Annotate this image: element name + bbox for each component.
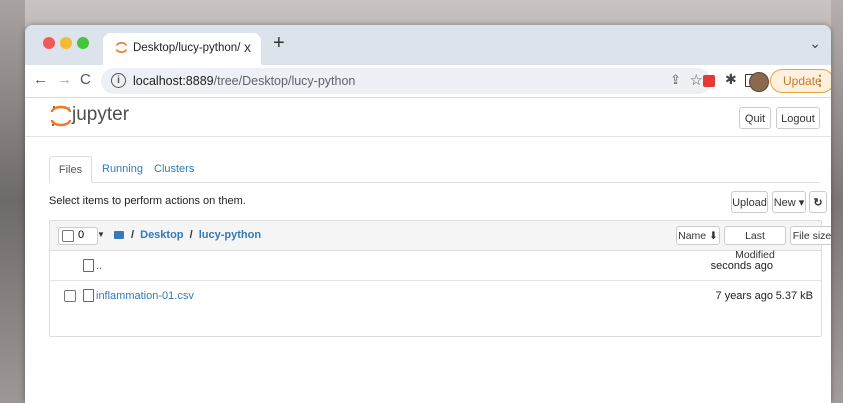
- list-item[interactable]: .. seconds ago: [50, 251, 821, 281]
- tab-title: Desktop/lucy-python/: [133, 42, 241, 54]
- quit-button[interactable]: Quit: [739, 107, 771, 129]
- new-tab-button[interactable]: +: [273, 32, 285, 55]
- extension-red-icon[interactable]: [703, 75, 715, 87]
- sort-by-modified-button[interactable]: Last Modified: [724, 226, 786, 261]
- url-path: /tree/Desktop/lucy-python: [213, 74, 356, 88]
- select-menu-chevron-down-icon[interactable]: ▼: [94, 227, 108, 243]
- address-bar[interactable]: i localhost:8889/tree/Desktop/lucy-pytho…: [101, 68, 711, 94]
- tab-files[interactable]: Files: [49, 156, 92, 183]
- sort-by-size-button[interactable]: File size: [790, 226, 831, 245]
- tab-search-chevron-icon[interactable]: ⌄: [809, 35, 821, 52]
- item-checkbox[interactable]: [64, 290, 76, 302]
- close-window-button[interactable]: [43, 37, 55, 49]
- item-modified: 7 years ago: [715, 290, 773, 302]
- profile-avatar[interactable]: [749, 72, 769, 92]
- item-name[interactable]: ..: [96, 260, 102, 272]
- more-menu-icon: ⋮: [813, 72, 827, 88]
- new-dropdown-button[interactable]: New ▾: [772, 191, 806, 213]
- item-modified: seconds ago: [710, 260, 773, 272]
- jupyter-header: jupyter Quit Logout: [25, 98, 831, 137]
- desktop-background-left: [0, 0, 25, 403]
- minimize-window-button[interactable]: [60, 37, 72, 49]
- breadcrumb: / Desktop / lucy-python: [114, 229, 261, 241]
- selected-count: 0: [78, 229, 85, 241]
- jupyter-tabs: Files Running Clusters: [49, 156, 820, 183]
- file-list: 0 ▼ / Desktop / lucy-python Name ⬇ Last …: [49, 220, 831, 337]
- browser-window: Desktop/lucy-python/ x + ⌄ ← → C i local…: [25, 25, 831, 403]
- back-arrow-icon[interactable]: ←: [33, 71, 48, 88]
- bookmark-star-icon[interactable]: ☆: [690, 71, 703, 89]
- jupyter-brand[interactable]: jupyter: [72, 104, 129, 126]
- folder-icon[interactable]: [114, 231, 124, 239]
- jupyter-logo-icon[interactable]: [50, 104, 72, 128]
- folder-outline-icon: [83, 259, 94, 272]
- sort-by-name-button[interactable]: Name ⬇: [676, 226, 720, 245]
- browser-tab[interactable]: Desktop/lucy-python/ x: [103, 33, 261, 65]
- share-icon[interactable]: ⇪: [670, 72, 681, 88]
- tab-clusters[interactable]: Clusters: [154, 156, 194, 182]
- item-name[interactable]: inflammation-01.csv: [96, 290, 194, 302]
- extensions-puzzle-icon[interactable]: ✱: [725, 71, 737, 88]
- select-hint-text: Select items to perform actions on them.: [49, 195, 246, 207]
- site-info-icon[interactable]: i: [111, 73, 126, 88]
- file-icon: [83, 289, 94, 302]
- jupyter-page: jupyter Quit Logout Files Running Cluste…: [25, 98, 831, 403]
- breadcrumb-lucy-python[interactable]: lucy-python: [199, 229, 261, 241]
- breadcrumb-separator: /: [189, 229, 193, 241]
- select-all-checkbox[interactable]: [62, 230, 74, 242]
- breadcrumb-root[interactable]: /: [128, 229, 137, 241]
- refresh-icon[interactable]: ↻: [809, 191, 827, 213]
- tab-strip: Desktop/lucy-python/ x + ⌄: [25, 25, 831, 65]
- desktop-background-right: [831, 0, 843, 403]
- maximize-window-button[interactable]: [77, 37, 89, 49]
- url-text[interactable]: localhost:8889/tree/Desktop/lucy-python: [133, 74, 355, 88]
- select-all-control[interactable]: 0: [58, 227, 98, 245]
- item-size: 5.37 kB: [775, 290, 813, 302]
- forward-arrow-icon[interactable]: →: [57, 71, 72, 88]
- file-list-header: 0 ▼ / Desktop / lucy-python Name ⬇ Last …: [50, 221, 831, 261]
- logout-button[interactable]: Logout: [776, 107, 820, 129]
- jupyter-favicon-icon: [116, 42, 127, 53]
- browser-toolbar: ← → C i localhost:8889/tree/Desktop/lucy…: [25, 65, 831, 98]
- breadcrumb-desktop[interactable]: Desktop: [140, 229, 183, 241]
- reload-icon[interactable]: C: [80, 71, 91, 88]
- tab-running[interactable]: Running: [102, 156, 143, 182]
- url-host: localhost:8889: [133, 74, 214, 88]
- list-item[interactable]: inflammation-01.csv 7 years ago 5.37 kB: [50, 281, 821, 310]
- upload-button[interactable]: Upload: [731, 191, 768, 213]
- update-button[interactable]: Update ⋮: [770, 69, 831, 93]
- close-tab-icon[interactable]: x: [244, 39, 251, 55]
